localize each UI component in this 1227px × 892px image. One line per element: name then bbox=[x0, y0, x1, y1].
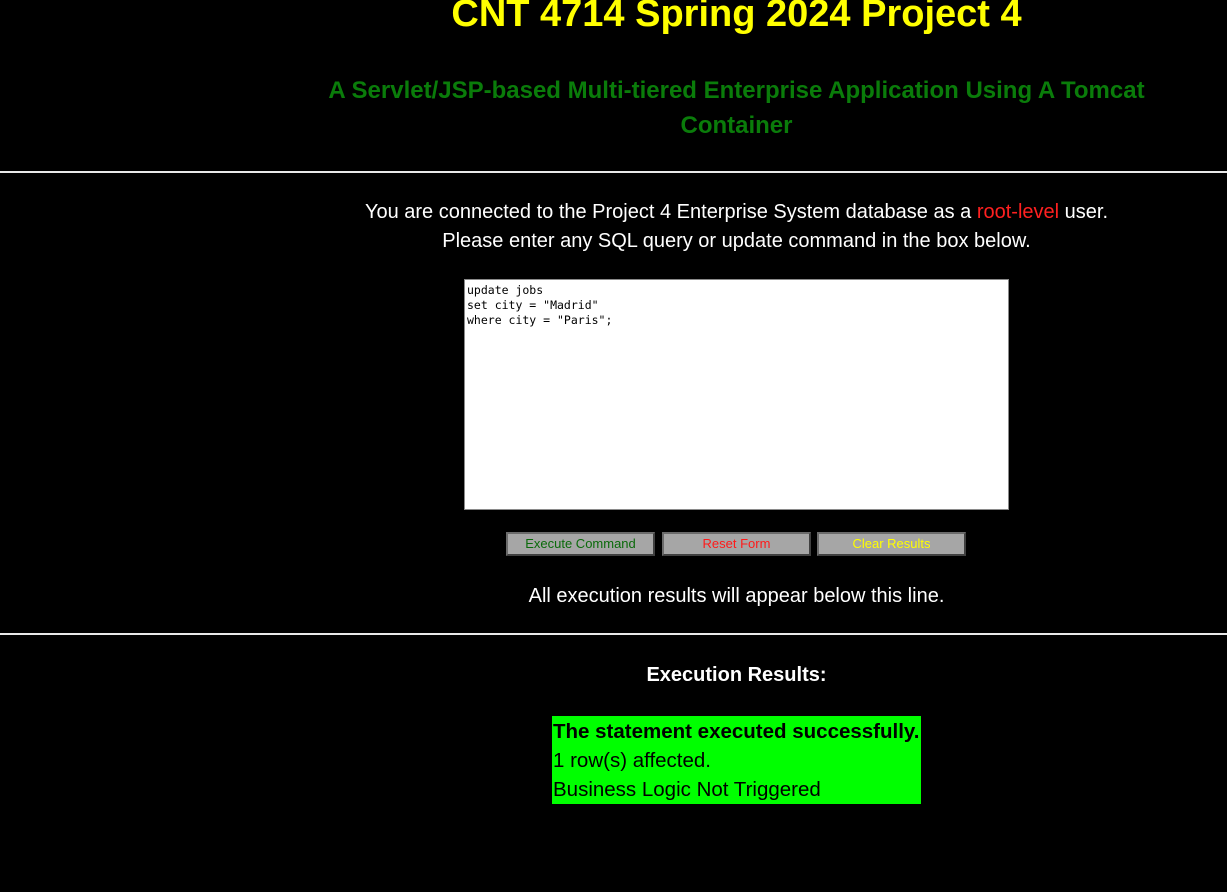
page-title: CNT 4714 Spring 2024 Project 4 bbox=[451, 0, 1022, 35]
page-subtitle: A Servlet/JSP-based Multi-tiered Enterpr… bbox=[328, 77, 1145, 139]
reset-form-button[interactable]: Reset Form bbox=[662, 532, 811, 556]
connection-message-suffix: user. bbox=[1059, 201, 1109, 223]
execute-command-button[interactable]: Execute Command bbox=[506, 532, 655, 556]
rows-affected: 1 row(s) affected. bbox=[553, 749, 711, 772]
results-heading: Execution Results: bbox=[646, 664, 827, 686]
results-divider bbox=[0, 633, 1227, 635]
page: CNT 4714 Spring 2024 Project 4 A Servlet… bbox=[0, 0, 1227, 892]
clear-results-button[interactable]: Clear Results bbox=[817, 532, 966, 556]
top-divider bbox=[0, 171, 1227, 173]
business-logic-status: Business Logic Not Triggered bbox=[553, 778, 821, 801]
connection-message-prefix: You are connected to the Project 4 Enter… bbox=[364, 201, 977, 223]
connection-message: You are connected to the Project 4 Enter… bbox=[246, 198, 1227, 256]
execution-result-panel: The statement executed successfully. 1 r… bbox=[552, 716, 921, 804]
query-instructions: Please enter any SQL query or update com… bbox=[442, 230, 1031, 252]
results-note: All execution results will appear below … bbox=[528, 585, 945, 607]
user-role-label: root-level bbox=[976, 201, 1060, 223]
sql-query-input[interactable]: update jobs set city = "Madrid" where ci… bbox=[464, 279, 1009, 510]
result-status: The statement executed successfully. bbox=[553, 720, 920, 743]
